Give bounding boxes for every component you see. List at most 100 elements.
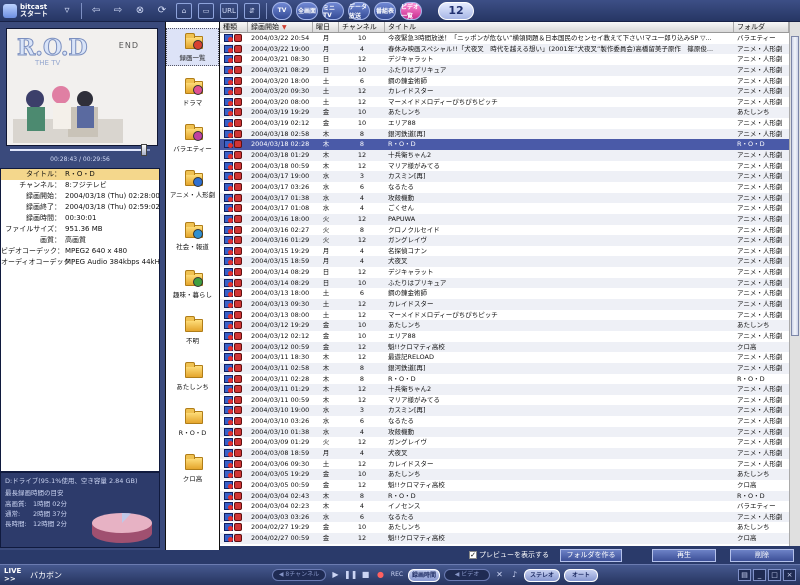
table-row[interactable]: 2004/03/10 19:00 水 3 カスミン[再] アニメ・人形劇 [220, 405, 800, 417]
preview-checkbox[interactable]: ✓ プレビューを表示する [469, 550, 549, 560]
make-folder-button[interactable]: フォルダを作る [560, 548, 622, 562]
forward-arrow-icon[interactable]: ⇨ [110, 3, 126, 19]
table-row[interactable]: 2004/03/05 19:29 金 10 あたしンち あたしンち [220, 469, 800, 480]
table-row[interactable]: 2004/03/11 01:29 木 12 十兵衛ちゃん2 アニメ・人形劇 [220, 384, 800, 395]
table-row[interactable]: 2004/03/18 00:59 木 12 マリア様がみてる アニメ・人形劇 [220, 160, 800, 172]
video-list-button[interactable]: ビデオ一覧 [400, 1, 422, 20]
table-row[interactable]: 2004/03/13 08:00 土 12 マーメイドメロディーぴちぴちピッチ アニメ・… [220, 309, 800, 321]
table-row[interactable]: 2004/03/17 01:08 水 4 ごくせん アニメ・人形劇 [220, 203, 800, 214]
table-row[interactable]: 2004/03/11 00:59 木 12 マリア様がみてる アニメ・人形劇 [220, 394, 800, 406]
header-start[interactable]: 録画開始 ▼ [248, 22, 313, 32]
table-row[interactable]: 2004/03/03 03:26 水 6 なるたる アニメ・人形劇 [220, 511, 800, 523]
table-row[interactable]: 2004/03/04 02:23 木 4 イノセンス バラエティー [220, 501, 800, 512]
minimize-icon[interactable]: _ [753, 569, 766, 581]
url-button[interactable]: URL [220, 2, 238, 19]
header-folder[interactable]: フォルダ [734, 22, 789, 32]
table-row[interactable]: 2004/02/27 19:29 金 10 あたしンち あたしンち [220, 522, 800, 534]
table-row[interactable]: 2004/03/19 02:12 金 10 エリア88 アニメ・人形劇 [220, 118, 800, 129]
category-5[interactable]: 社会・報道 [166, 218, 219, 254]
category-1[interactable]: 録画一覧 [166, 28, 219, 66]
table-row[interactable]: 2004/03/19 19:29 金 10 あたしンち あたしンち [220, 107, 800, 119]
table-row[interactable]: 2004/03/10 03:26 水 6 なるたる アニメ・人形劇 [220, 416, 800, 427]
table-row[interactable]: 2004/03/18 01:29 木 12 十兵衛ちゃん2 アニメ・人形劇 [220, 150, 800, 161]
table-row[interactable]: 2004/03/17 19:00 水 3 カスミン[再] アニメ・人形劇 [220, 171, 800, 182]
table-row[interactable]: 2004/03/16 18:00 火 12 PAPUWA アニメ・人形劇 [220, 213, 800, 225]
table-row[interactable]: 2004/03/14 08:29 日 10 ふたりはプリキュア アニメ・人形劇 [220, 277, 800, 289]
category-8[interactable]: あたしンち [166, 358, 219, 394]
table-row[interactable]: 2004/03/18 02:28 木 8 R・O・D R・O・D [220, 139, 800, 151]
program-guide-button[interactable]: 番組表 [374, 1, 396, 20]
data-broadcast-button[interactable]: データ放送 [348, 1, 370, 20]
maximize-icon[interactable]: □ [768, 569, 781, 581]
table-row[interactable]: 2004/03/20 09:30 土 12 カレイドスター アニメ・人形劇 [220, 86, 800, 97]
category-4[interactable]: アニメ・人形劇 [166, 166, 219, 202]
pause-icon[interactable]: ❚❚ [344, 569, 357, 581]
mute-icon[interactable]: ✕ [493, 569, 506, 581]
stop-icon[interactable]: ⊗ [132, 3, 148, 19]
table-row[interactable]: 2004/03/17 03:26 水 6 なるたる アニメ・人形劇 [220, 181, 800, 193]
delete-button[interactable]: 削除 [730, 548, 794, 562]
table-row[interactable]: 2004/03/21 08:30 日 12 デジキャラット アニメ・人形劇 [220, 54, 800, 65]
header-channel[interactable]: チャンネル [339, 22, 385, 32]
header-title[interactable]: タイトル [385, 22, 734, 32]
table-row[interactable]: 2004/03/11 02:58 木 8 銀河鉄道[再] アニメ・人形劇 [220, 362, 800, 374]
video-pill[interactable]: ◀ ビデオ [444, 569, 490, 581]
record-time-button[interactable]: 録画時間 [408, 568, 440, 582]
bitcast-start-button[interactable]: bitcast スタート [0, 0, 56, 22]
table-row[interactable]: 2004/03/21 08:29 日 10 ふたりはプリキュア アニメ・人形劇 [220, 64, 800, 76]
stop-square-icon[interactable]: ■ [359, 569, 372, 581]
table-row[interactable]: 2004/03/22 20:54 月 10 今夜緊急3時間放送！「ニッポンが危ない”横… [220, 33, 800, 44]
speaker-icon[interactable]: ♪ [508, 569, 521, 581]
close-icon[interactable]: × [783, 569, 796, 581]
play-icon[interactable]: ▶ [329, 569, 342, 581]
table-row[interactable]: 2004/03/08 18:59 月 4 犬夜叉 アニメ・人形劇 [220, 447, 800, 459]
seek-handle[interactable] [141, 144, 148, 156]
header-day[interactable]: 曜日 [313, 22, 339, 32]
table-row[interactable]: 2004/03/17 01:38 水 4 攻殻機動 アニメ・人形劇 [220, 192, 800, 204]
table-row[interactable]: 2004/03/15 18:59 月 4 犬夜叉 アニメ・人形劇 [220, 256, 800, 268]
category-2[interactable]: ドラマ [166, 74, 219, 110]
table-row[interactable]: 2004/03/12 02:12 金 10 エリア88 アニメ・人形劇 [220, 330, 800, 342]
table-row[interactable]: 2004/03/06 09:30 土 12 カレイドスター アニメ・人形劇 [220, 458, 800, 470]
table-row[interactable]: 2004/03/05 00:59 金 12 魁!!クロマティ高校 クロ高 [220, 479, 800, 491]
table-row[interactable]: 2004/03/20 18:00 土 6 鋼の錬金術師 アニメ・人形劇 [220, 75, 800, 87]
network-icon[interactable]: ⇵ [244, 2, 260, 19]
table-row[interactable]: 2004/03/16 02:27 火 8 クロノクルセイド アニメ・人形劇 [220, 224, 800, 236]
table-row[interactable]: 2004/03/11 02:28 木 8 R・O・D R・O・D [220, 373, 800, 385]
channel-number-display[interactable]: 12 [438, 1, 474, 20]
video-preview[interactable]: R.O.D THE TV END [6, 28, 158, 146]
window-icon[interactable]: ▭ [198, 2, 214, 19]
back-arrow-icon[interactable]: ⇦ [88, 3, 104, 19]
table-row[interactable]: 2004/03/09 01:29 火 12 ガングレイヴ アニメ・人形劇 [220, 437, 800, 448]
channel-pill[interactable]: ◀ 8チャンネル [272, 569, 326, 581]
menu-dropdown-icon[interactable]: ▿ [59, 3, 75, 19]
category-10[interactable]: クロ高 [166, 450, 219, 486]
table-row[interactable]: 2004/02/27 00:59 金 12 魁!!クロマティ高校 クロ高 [220, 533, 800, 544]
table-row[interactable]: 2004/03/15 19:29 月 4 名探偵コナン アニメ・人形劇 [220, 245, 800, 257]
header-type[interactable]: 種類 [220, 22, 248, 32]
window-list-icon[interactable]: ▤ [738, 569, 751, 581]
seek-bar[interactable] [10, 144, 150, 156]
table-row[interactable]: 2004/03/10 01:38 水 4 攻殻機動 アニメ・人形劇 [220, 426, 800, 438]
table-row[interactable]: 2004/03/20 08:00 土 12 マーメイドメロディーぴちぴちピッチ アニメ・… [220, 96, 800, 108]
table-row[interactable]: 2004/03/13 18:00 土 6 鋼の錬金術師 アニメ・人形劇 [220, 288, 800, 300]
category-3[interactable]: バラエティー [166, 120, 219, 156]
table-row[interactable]: 2004/03/04 02:43 木 8 R・O・D R・O・D [220, 490, 800, 502]
auto-button[interactable]: オート [564, 568, 598, 582]
category-7[interactable]: 不明 [166, 312, 219, 348]
category-9[interactable]: R・O・D [166, 404, 219, 440]
table-row[interactable]: 2004/03/12 00:59 金 12 魁!!クロマティ高校 クロ高 [220, 341, 800, 353]
mini-tv-button[interactable]: ミニTV [322, 1, 344, 20]
home-icon[interactable]: ⌂ [176, 2, 192, 19]
table-row[interactable]: 2004/03/16 01:29 火 12 ガングレイヴ アニメ・人形劇 [220, 235, 800, 246]
scrollbar-thumb[interactable] [791, 36, 799, 336]
table-row[interactable]: 2004/03/12 19:29 金 10 あたしンち あたしンち [220, 320, 800, 331]
record-icon[interactable]: ● [374, 569, 387, 581]
table-row[interactable]: 2004/03/13 09:30 土 12 カレイドスター アニメ・人形劇 [220, 299, 800, 310]
refresh-icon[interactable]: ⟳ [154, 3, 170, 19]
category-6[interactable]: 趣味・暮らし [166, 266, 219, 302]
table-row[interactable]: 2004/03/18 02:58 木 8 銀河鉄道[再] アニメ・人形劇 [220, 128, 800, 140]
vertical-scrollbar[interactable] [789, 22, 800, 546]
stereo-button[interactable]: ステレオ [524, 568, 560, 582]
table-row[interactable]: 2004/03/11 18:30 木 12 最遊記RELOAD アニメ・人形劇 [220, 352, 800, 363]
